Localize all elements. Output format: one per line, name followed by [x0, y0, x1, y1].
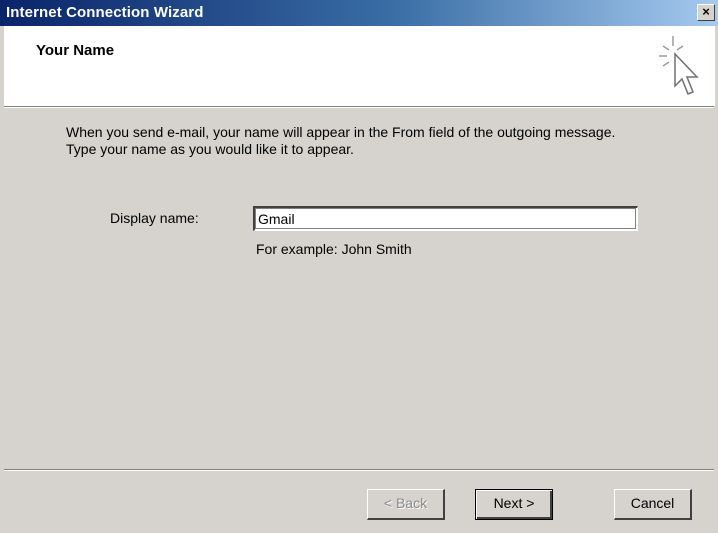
- header-panel: Your Name: [4, 26, 715, 106]
- display-name-label-text: Display name:: [110, 210, 199, 226]
- display-name-input[interactable]: [253, 206, 638, 231]
- example-hint: For example: John Smith: [256, 241, 412, 257]
- back-button[interactable]: < Back: [367, 489, 445, 520]
- title-bar[interactable]: Internet Connection Wizard ×: [0, 0, 718, 26]
- header-separator-highlight: [4, 107, 714, 108]
- page-title: Your Name: [36, 42, 115, 59]
- footer-separator-highlight: [4, 470, 714, 471]
- window-title: Internet Connection Wizard: [6, 4, 204, 21]
- instruction-line-1: When you send e-mail, your name will app…: [66, 124, 616, 140]
- instruction-line-2: Type your name as you would like it to a…: [66, 141, 354, 157]
- display-name-label: Display name:: [110, 210, 199, 226]
- cancel-button[interactable]: Cancel: [614, 489, 692, 520]
- wizard-sparkle-cursor-icon: [659, 36, 699, 95]
- close-icon: ×: [702, 4, 710, 19]
- close-button[interactable]: ×: [697, 4, 715, 21]
- wizard-window: Internet Connection Wizard × Your Name W…: [0, 0, 718, 533]
- next-button[interactable]: Next >: [475, 489, 553, 520]
- instructions: When you send e-mail, your name will app…: [66, 124, 686, 158]
